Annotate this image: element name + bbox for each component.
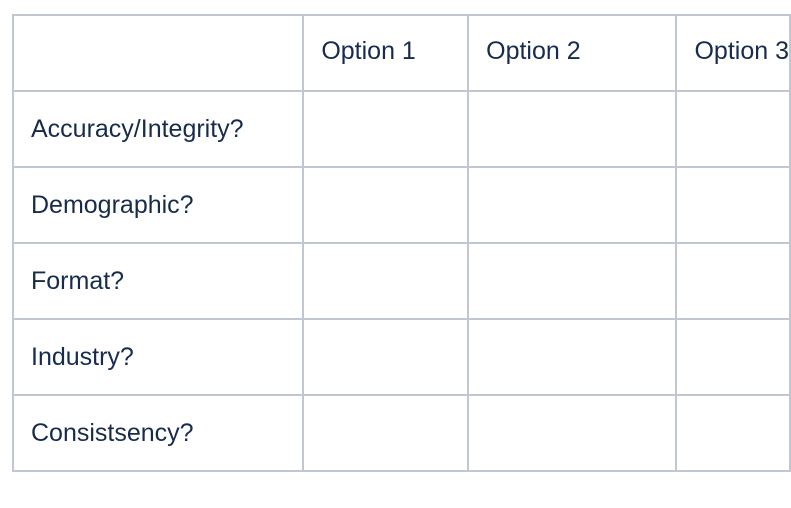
row-label-cell[interactable]: Accuracy/Integrity?	[11, 90, 305, 168]
table-cell[interactable]	[302, 318, 470, 396]
table-row: Demographic?	[11, 166, 791, 244]
row-label-cell[interactable]: Format?	[11, 242, 305, 320]
table-cell[interactable]	[675, 166, 791, 244]
header-row: Option 1 Option 2 Option 3	[11, 14, 791, 92]
table-row: Consistsency?	[11, 394, 791, 472]
table-row: Industry?	[11, 318, 791, 396]
table-cell[interactable]	[467, 318, 678, 396]
header-cell-option-3[interactable]: Option 3	[675, 14, 791, 92]
table-cell[interactable]	[302, 90, 470, 168]
table-cell[interactable]	[675, 90, 791, 168]
table-cell[interactable]	[467, 90, 678, 168]
table-cell[interactable]	[467, 242, 678, 320]
row-label-cell[interactable]: Consistsency?	[11, 394, 305, 472]
row-label: Demographic?	[31, 190, 194, 219]
table-cell[interactable]	[675, 394, 791, 472]
row-label: Format?	[31, 266, 125, 295]
row-label: Accuracy/Integrity?	[31, 114, 244, 143]
comparison-table: Option 1 Option 2 Option 3 Accuracy/Inte…	[11, 14, 791, 472]
table-cell[interactable]	[675, 242, 791, 320]
table-cell[interactable]	[302, 166, 470, 244]
table-row: Accuracy/Integrity?	[11, 90, 791, 168]
row-label: Consistsency?	[31, 418, 194, 447]
header-cell-empty[interactable]	[11, 14, 305, 92]
header-label: Option 1	[321, 36, 416, 65]
header-label: Option 2	[486, 36, 581, 65]
comparison-table-container: Option 1 Option 2 Option 3 Accuracy/Inte…	[11, 14, 791, 472]
row-label: Industry?	[31, 342, 134, 371]
table-cell[interactable]	[302, 242, 470, 320]
table-cell[interactable]	[467, 166, 678, 244]
header-cell-option-1[interactable]: Option 1	[302, 14, 470, 92]
row-label-cell[interactable]: Industry?	[11, 318, 305, 396]
table-cell[interactable]	[302, 394, 470, 472]
header-cell-option-2[interactable]: Option 2	[467, 14, 678, 92]
row-label-cell[interactable]: Demographic?	[11, 166, 305, 244]
table-row: Format?	[11, 242, 791, 320]
header-label: Option 3	[694, 36, 789, 65]
table-cell[interactable]	[675, 318, 791, 396]
table-cell[interactable]	[467, 394, 678, 472]
